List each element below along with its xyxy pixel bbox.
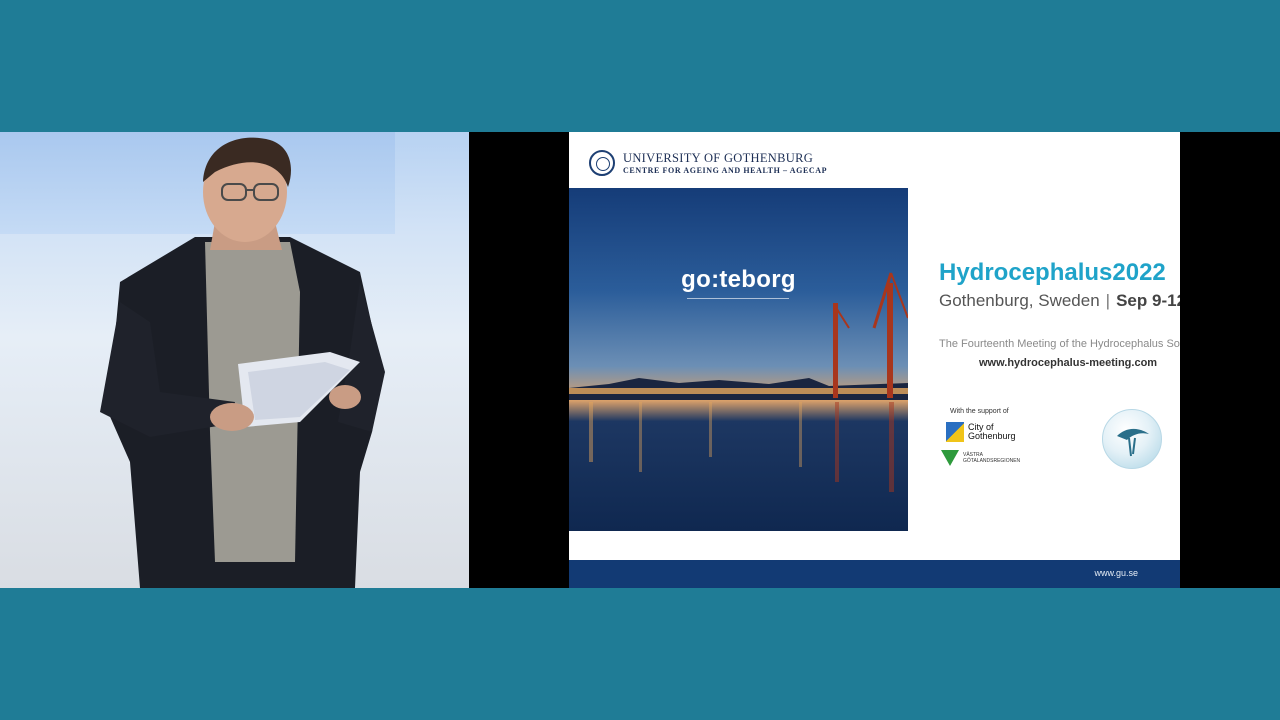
university-name: UNIVERSITY OF GOTHENBURG: [623, 150, 814, 165]
city-crest-icon: [946, 422, 964, 442]
presentation-slide: UNIVERSITY OF GOTHENBURG CENTRE FOR AGEI…: [569, 132, 1180, 588]
hydrocephalus-society-logo-icon: [1102, 409, 1162, 469]
support-label: With the support of: [950, 408, 1009, 415]
university-header: UNIVERSITY OF GOTHENBURG CENTRE FOR AGEI…: [589, 150, 827, 176]
speaker-figure: [100, 137, 385, 588]
harbour-skyline-illustration: [569, 272, 908, 492]
gothenburg-harbour-photo: go:teborg: [569, 188, 908, 531]
university-seal-icon: [589, 150, 615, 176]
city-sponsor-name: City of Gothenburg: [968, 422, 1016, 441]
conference-location: Gothenburg, Sweden: [939, 291, 1100, 310]
region-sponsor: VÄSTRA GÖTALANDSREGIONEN: [941, 450, 1021, 466]
wordmark-underline: [687, 298, 789, 299]
location-separator: |: [1105, 291, 1111, 310]
top-background-band: [0, 0, 1280, 132]
region-sponsor-name: VÄSTRA GÖTALANDSREGIONEN: [963, 452, 1021, 464]
speaker-video: [0, 132, 469, 588]
slide-footer-bar: www.gu.se: [569, 560, 1180, 588]
city-sponsor: City of Gothenburg: [946, 422, 1028, 442]
meeting-description: The Fourteenth Meeting of the Hydrocepha…: [939, 338, 1180, 350]
bottom-background-band: [0, 588, 1280, 720]
conference-title: Hydrocephalus2022: [939, 259, 1166, 286]
conference-url: www.hydrocephalus-meeting.com: [979, 357, 1158, 369]
centre-name: CENTRE FOR AGEING AND HEALTH – AGECAP: [623, 165, 828, 175]
conference-location-line: Gothenburg, Sweden | Sep 9-12: [939, 291, 1180, 311]
slide-viewport: UNIVERSITY OF GOTHENBURG CENTRE FOR AGEI…: [469, 132, 1280, 588]
footer-url: www.gu.se: [1094, 568, 1138, 578]
goteborg-wordmark: go:teborg: [681, 266, 796, 293]
conference-dates: Sep 9-12: [1116, 291, 1180, 310]
region-logo-icon: [941, 450, 959, 466]
